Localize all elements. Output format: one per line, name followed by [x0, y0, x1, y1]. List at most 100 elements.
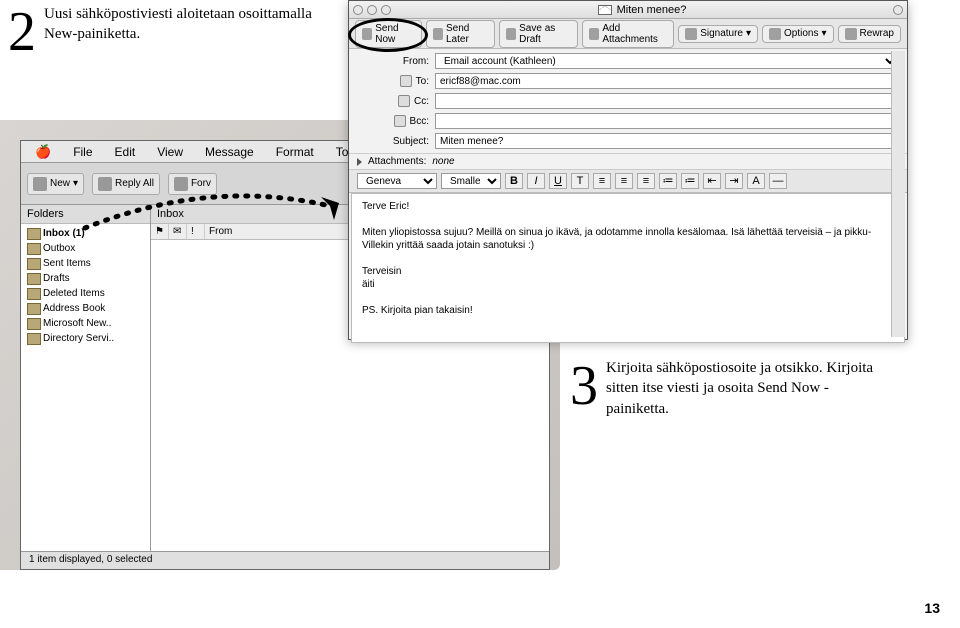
new-label: New — [50, 178, 70, 189]
window-zoom-button[interactable] — [381, 5, 391, 15]
compose-window: Miten menee? Send Now Send Later Save as… — [348, 0, 908, 340]
compose-headers: From: Email account (Kathleen) To: Cc: B… — [349, 49, 907, 153]
folder-outbox[interactable]: Outbox — [21, 241, 150, 256]
add-attach-label: Add Attachments — [602, 23, 667, 45]
signature-label: Signature — [700, 28, 743, 39]
folder-drafts[interactable]: Drafts — [21, 271, 150, 286]
status-bar: 1 item displayed, 0 selected — [21, 551, 549, 569]
new-icon — [33, 177, 47, 191]
from-label: From: — [357, 56, 429, 67]
subject-field[interactable] — [435, 133, 899, 149]
window-right-button[interactable] — [893, 5, 903, 15]
send-later-icon — [433, 28, 443, 40]
rewrap-icon — [845, 28, 857, 40]
cc-label: Cc: — [357, 95, 429, 107]
reply-all-button[interactable]: Reply All — [92, 173, 160, 195]
format-toolbar: Geneva Smaller B I U T ≡ ≡ ≡ ≔ ≔ ⇤ ⇥ A — — [349, 170, 907, 193]
menu-format[interactable]: Format — [266, 143, 324, 161]
apple-menu-icon[interactable]: 🍎 — [25, 142, 61, 162]
callout-step-2: 2 Uusi sähköpostiviesti aloitetaan osoit… — [8, 4, 348, 60]
compose-title-text: Miten menee? — [617, 4, 687, 16]
reply-all-icon — [98, 177, 112, 191]
underline-button[interactable]: U — [549, 173, 567, 189]
window-close-button[interactable] — [353, 5, 363, 15]
numbered-list-button[interactable]: ≔ — [659, 173, 677, 189]
contact-icon[interactable] — [400, 75, 412, 87]
align-center-button[interactable]: ≡ — [615, 173, 633, 189]
window-min-button[interactable] — [367, 5, 377, 15]
cc-field[interactable] — [435, 93, 899, 109]
folder-directory[interactable]: Directory Servi.. — [21, 331, 150, 346]
send-later-label: Send Later — [446, 23, 488, 45]
options-button[interactable]: Options ▾ — [762, 25, 834, 43]
options-label: Options — [784, 28, 818, 39]
outdent-button[interactable]: ⇤ — [703, 173, 721, 189]
body-line-1: Terve Eric! — [362, 200, 894, 213]
from-select[interactable]: Email account (Kathleen) — [435, 53, 899, 69]
contact-icon[interactable] — [394, 115, 406, 127]
attachments-label: Attachments: — [368, 156, 426, 167]
forward-icon — [174, 177, 188, 191]
highlight-circle — [348, 18, 428, 52]
menu-file[interactable]: File — [63, 143, 102, 161]
bullet-list-button[interactable]: ≔ — [681, 173, 699, 189]
forward-button[interactable]: Forv — [168, 173, 217, 195]
menu-message[interactable]: Message — [195, 143, 264, 161]
folder-pane: Folders Inbox (1) Outbox Sent Items Draf… — [21, 205, 151, 555]
body-line-2: Miten yliopistossa sujuu? Meillä on sinu… — [362, 226, 894, 252]
callout-step-3: 3 Kirjoita sähköpostiosoite ja otsikko. … — [570, 358, 890, 419]
text-color-button[interactable]: T — [571, 173, 589, 189]
hr-button[interactable]: — — [769, 173, 787, 189]
italic-button[interactable]: I — [527, 173, 545, 189]
menu-edit[interactable]: Edit — [105, 143, 146, 161]
disclosure-triangle-icon[interactable] — [357, 158, 362, 166]
reply-all-label: Reply All — [115, 178, 154, 189]
send-later-button[interactable]: Send Later — [426, 20, 495, 48]
folder-sent[interactable]: Sent Items — [21, 256, 150, 271]
to-field[interactable] — [435, 73, 899, 89]
guide-arrow — [80, 198, 340, 238]
compose-title: Miten menee? — [395, 4, 889, 16]
rewrap-button[interactable]: Rewrap — [838, 25, 901, 43]
paperclip-icon — [589, 28, 599, 40]
save-draft-button[interactable]: Save as Draft — [499, 20, 578, 48]
callout-2-number: 2 — [8, 4, 36, 60]
callout-3-text: Kirjoita sähköpostiosoite ja otsikko. Ki… — [570, 358, 890, 419]
message-body[interactable]: Terve Eric! Miten yliopistossa sujuu? Me… — [351, 193, 905, 343]
body-line-4: äiti — [362, 278, 894, 291]
bcc-field[interactable] — [435, 113, 899, 129]
bold-button[interactable]: B — [505, 173, 523, 189]
callout-3-number: 3 — [570, 358, 598, 414]
font-color-button[interactable]: A — [747, 173, 765, 189]
save-draft-label: Save as Draft — [519, 23, 571, 45]
bcc-label: Bcc: — [357, 115, 429, 127]
contact-icon[interactable] — [398, 95, 410, 107]
compose-titlebar: Miten menee? — [349, 1, 907, 19]
folder-address-book[interactable]: Address Book — [21, 301, 150, 316]
forward-label: Forv — [191, 178, 211, 189]
body-line-5: PS. Kirjoita pian takaisin! — [362, 304, 894, 317]
align-left-button[interactable]: ≡ — [593, 173, 611, 189]
subject-label: Subject: — [357, 136, 429, 147]
font-select[interactable]: Geneva — [357, 173, 437, 189]
add-attachments-button[interactable]: Add Attachments — [582, 20, 674, 48]
attachments-row[interactable]: Attachments: none — [349, 153, 907, 170]
signature-button[interactable]: Signature ▾ — [678, 25, 758, 43]
indent-button[interactable]: ⇥ — [725, 173, 743, 189]
options-icon — [769, 28, 781, 40]
menu-view[interactable]: View — [147, 143, 193, 161]
callout-2-text: Uusi sähköpostiviesti aloitetaan osoitta… — [8, 4, 348, 45]
new-button[interactable]: New ▾ — [27, 173, 84, 195]
align-right-button[interactable]: ≡ — [637, 173, 655, 189]
save-draft-icon — [506, 28, 516, 40]
mail-icon — [598, 5, 612, 15]
signature-icon — [685, 28, 697, 40]
compose-scrollbar[interactable] — [891, 51, 905, 337]
folder-deleted[interactable]: Deleted Items — [21, 286, 150, 301]
size-select[interactable]: Smaller — [441, 173, 501, 189]
to-label: To: — [357, 75, 429, 87]
attachments-value: none — [432, 156, 454, 167]
compose-toolbar: Send Now Send Later Save as Draft Add At… — [349, 19, 907, 49]
folder-ms-news[interactable]: Microsoft New.. — [21, 316, 150, 331]
page-number: 13 — [924, 600, 940, 616]
